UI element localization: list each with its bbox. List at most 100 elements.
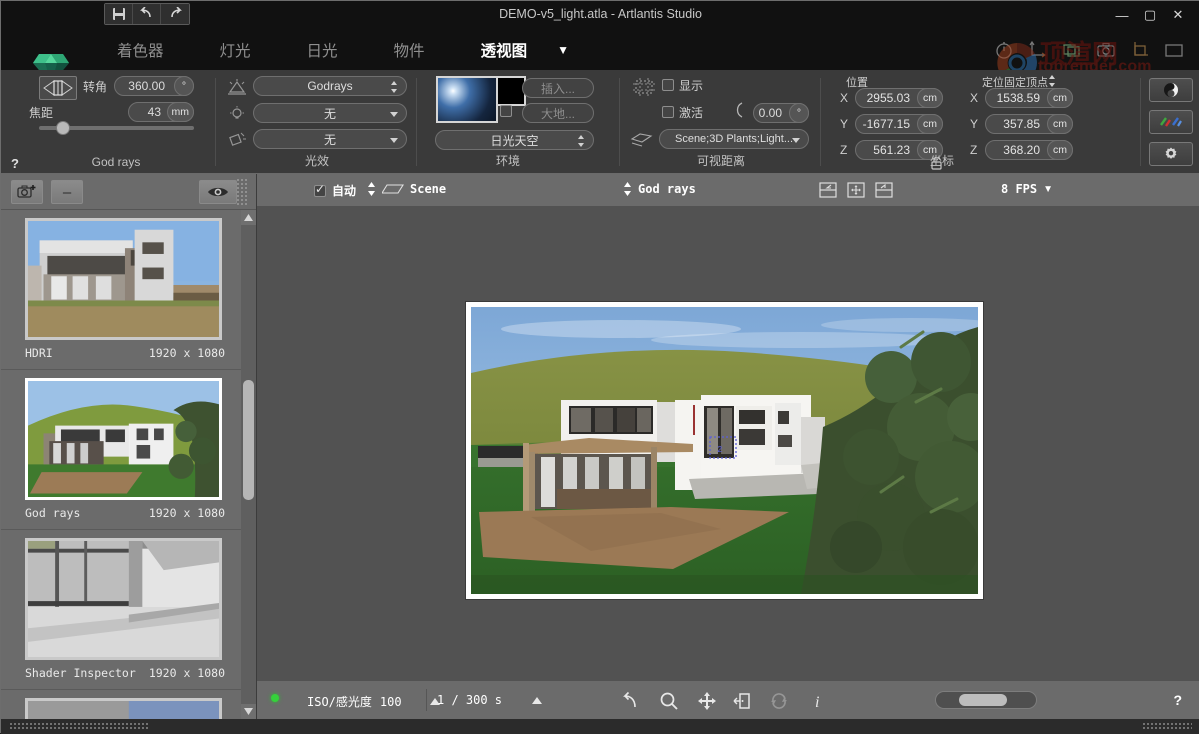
bottom-right-grip[interactable] [1142, 722, 1192, 731]
menu-item-objects[interactable]: 物件 [366, 39, 453, 61]
view-thumbnail[interactable] [25, 698, 222, 719]
redo-button[interactable] [161, 4, 189, 24]
stepper-updown-icon[interactable] [623, 182, 632, 196]
fit-left-icon[interactable] [819, 182, 837, 198]
target-y-input[interactable]: 357.85 cm [985, 114, 1073, 134]
fit-right-icon[interactable] [875, 182, 893, 198]
light-effects-group-label: 光效 [304, 154, 329, 168]
layers-select[interactable]: Scene;3D Plants;Light... [659, 129, 809, 149]
minimize-button[interactable]: — [1108, 3, 1136, 27]
undo-icon[interactable] [621, 691, 641, 711]
target-stepper-icon[interactable] [1048, 75, 1056, 87]
render-quality-slider[interactable] [935, 691, 1037, 709]
target-x-input[interactable]: 1538.59 cm [985, 88, 1073, 108]
position-x-input[interactable]: 2955.03 cm [855, 88, 943, 108]
render-quality-slider-knob[interactable] [959, 694, 1007, 706]
visibility-angle-input[interactable]: 0.00 ° [753, 103, 809, 123]
focal-input[interactable]: 43 mm [128, 102, 194, 122]
help-button[interactable]: ? [1173, 692, 1182, 708]
help-button[interactable]: ? [11, 156, 19, 171]
focal-slider-knob[interactable] [56, 121, 70, 135]
sidebar-resize-grip[interactable] [236, 178, 248, 206]
views-list[interactable]: HDRI 1920 x 1080 God rays 1920 x 1080 Sh… [1, 210, 241, 719]
close-button[interactable]: ✕ [1164, 3, 1192, 27]
target-x-value: 1538.59 [996, 91, 1040, 105]
angle-value: 360.00 [128, 79, 165, 93]
target-y-unit: cm [1047, 114, 1073, 134]
target-axis-x: X [970, 91, 979, 105]
auto-toggle[interactable]: 自动 [314, 182, 356, 199]
add-view-button[interactable] [11, 180, 43, 204]
position-y-input[interactable]: -1677.15 cm [855, 114, 943, 134]
crop-icon[interactable] [1130, 40, 1150, 60]
stepper-updown-icon[interactable] [367, 182, 376, 196]
camera-icon[interactable] [1096, 40, 1116, 60]
settings-button[interactable] [1149, 142, 1193, 166]
list-item[interactable]: HDRI 1920 x 1080 [1, 210, 241, 370]
contrast-button[interactable] [1149, 78, 1193, 102]
view-dimensions: 1920 x 1080 [148, 666, 225, 680]
view-selector[interactable]: God rays [623, 182, 696, 196]
timer-icon[interactable] [994, 40, 1014, 60]
door-icon[interactable] [733, 691, 753, 711]
menu-item-shaders[interactable]: 着色器 [89, 39, 192, 61]
scroll-thumb[interactable] [243, 380, 254, 500]
light-third-select[interactable]: 无 [253, 129, 407, 149]
environment-preview[interactable] [436, 76, 526, 123]
duplicate-window-icon[interactable] [1062, 40, 1082, 60]
fps-selector[interactable]: 8 FPS ▼ [1001, 182, 1053, 196]
ground-checkbox[interactable] [500, 105, 512, 117]
light-effect-select[interactable]: Godrays [253, 76, 407, 96]
angle-input[interactable]: 360.00 ° [114, 76, 194, 96]
menu-item-heliodon[interactable]: 日光 [279, 39, 366, 61]
chevron-down-icon[interactable]: ▼ [557, 43, 569, 57]
active-checkbox[interactable] [662, 106, 674, 118]
viewport[interactable]: 2 [257, 206, 1199, 681]
move-icon[interactable] [697, 691, 717, 711]
shutter-control[interactable]: 1 / 300 s [437, 693, 543, 707]
undo-button[interactable] [133, 4, 161, 24]
show-checkbox[interactable] [662, 79, 674, 91]
light-second-select[interactable]: 无 [253, 103, 407, 123]
focal-slider[interactable] [39, 121, 194, 135]
menu-item-lights[interactable]: 灯光 [192, 39, 279, 61]
scene-selector[interactable]: Scene [367, 182, 446, 196]
refresh-icon[interactable] [769, 691, 789, 711]
list-item[interactable] [1, 690, 241, 719]
focal-value: 43 [147, 105, 161, 119]
chevron-down-icon[interactable]: ▼ [1043, 184, 1053, 195]
hdri-preview-image [28, 221, 219, 337]
color-button[interactable] [1149, 110, 1193, 134]
auto-checkbox[interactable] [314, 182, 326, 197]
position-group-label: 坐标 [929, 154, 954, 168]
ground-button[interactable]: 大地... [522, 103, 594, 123]
list-item[interactable]: God rays 1920 x 1080 [1, 370, 241, 530]
preview-toggle-button[interactable] [199, 180, 237, 204]
shutter-stepper-icon[interactable] [532, 696, 543, 704]
view-thumbnail[interactable] [25, 378, 222, 500]
frame-icon[interactable] [1164, 40, 1184, 60]
iso-control[interactable]: ISO/感光度 100 [307, 693, 440, 710]
scroll-down-button[interactable] [241, 704, 256, 719]
info-icon[interactable]: i [807, 691, 827, 711]
search-icon[interactable] [659, 691, 679, 711]
fit-center-icon[interactable] [847, 182, 865, 198]
view-thumbnail[interactable] [25, 538, 222, 660]
flip-view-button[interactable] [39, 76, 77, 100]
menu-item-perspective[interactable]: 透视图 [453, 39, 556, 61]
layers-value: Scene;3D Plants;Light... [674, 133, 793, 145]
insert-button[interactable]: 插入... [522, 78, 594, 98]
remove-view-button[interactable]: – [51, 180, 83, 204]
chevron-down-icon [792, 138, 800, 143]
scroll-up-button[interactable] [241, 210, 256, 225]
list-item[interactable]: Shader Inspector 1920 x 1080 [1, 530, 241, 690]
bottom-left-grip[interactable] [9, 722, 149, 731]
save-button[interactable] [105, 4, 133, 24]
sidebar-scrollbar[interactable] [241, 210, 256, 719]
environment-preset-select[interactable]: 日光天空 [435, 130, 594, 150]
axis-icon[interactable] [1028, 40, 1048, 60]
maximize-button[interactable]: ▢ [1136, 3, 1164, 27]
status-dot-icon [271, 694, 279, 702]
view-thumbnail[interactable] [25, 218, 222, 340]
render-preview[interactable]: 2 [466, 302, 983, 599]
